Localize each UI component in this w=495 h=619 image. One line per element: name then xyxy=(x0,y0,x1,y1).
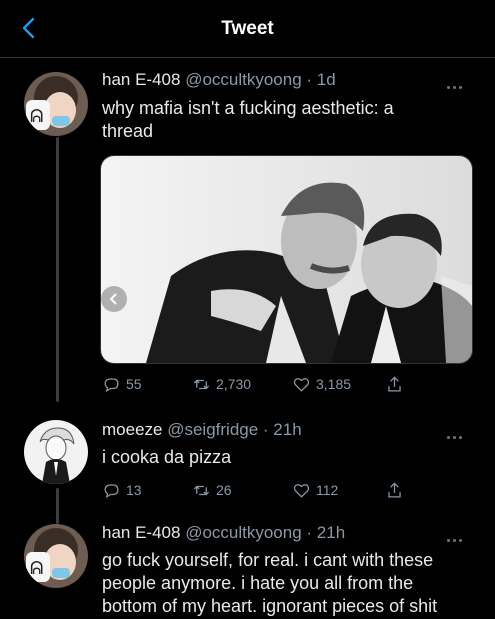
svg-text:ᕱ: ᕱ xyxy=(30,106,43,127)
reply-icon xyxy=(104,377,119,392)
retweet-button[interactable]: 2,730 xyxy=(192,373,251,395)
tweet-actions: 55 2,730 3,185 xyxy=(102,373,422,395)
thread-line xyxy=(56,488,59,524)
reply-button[interactable]: 55 xyxy=(102,373,142,395)
more-icon[interactable] xyxy=(447,426,469,439)
tweet-actions: 13 26 112 xyxy=(102,479,422,501)
more-icon[interactable] xyxy=(447,529,469,542)
tweet-text: i cooka da pizza xyxy=(102,447,232,467)
share-icon xyxy=(388,481,401,497)
svg-text:ᕱ: ᕱ xyxy=(30,558,43,579)
like-icon xyxy=(293,377,310,392)
author-name[interactable]: han E-408 @occultkyoong · 1d xyxy=(102,70,336,90)
retweet-button[interactable]: 26 xyxy=(192,479,232,501)
page-title: Tweet xyxy=(221,18,274,39)
author-name[interactable]: moeeze @seigfridge · 21h xyxy=(102,420,302,440)
tweet-photo[interactable] xyxy=(100,155,473,364)
author-name[interactable]: han E-408 @occultkyoong · 21h xyxy=(102,523,345,543)
more-icon[interactable] xyxy=(447,76,469,89)
share-button[interactable] xyxy=(385,373,409,395)
tweet-text: why mafia isn't a fucking aesthetic: a t… xyxy=(102,98,394,141)
avatar[interactable]: ᕱ xyxy=(24,72,88,136)
retweet-icon xyxy=(193,485,210,495)
reply-icon xyxy=(104,483,119,498)
tweet-text: go fuck yourself, for real. i cant with … xyxy=(102,550,438,616)
like-button[interactable]: 3,185 xyxy=(292,373,351,395)
like-button[interactable]: 112 xyxy=(292,479,338,501)
share-button[interactable] xyxy=(385,479,409,501)
avatar[interactable]: ᕱ xyxy=(24,524,88,588)
retweet-icon xyxy=(193,379,210,389)
thread-line xyxy=(56,137,59,402)
top-bar: Tweet xyxy=(0,0,495,58)
avatar[interactable] xyxy=(24,420,88,484)
share-icon xyxy=(388,375,401,391)
reply-button[interactable]: 13 xyxy=(102,479,142,501)
carousel-previous-button[interactable] xyxy=(101,286,127,312)
like-icon xyxy=(293,483,310,498)
